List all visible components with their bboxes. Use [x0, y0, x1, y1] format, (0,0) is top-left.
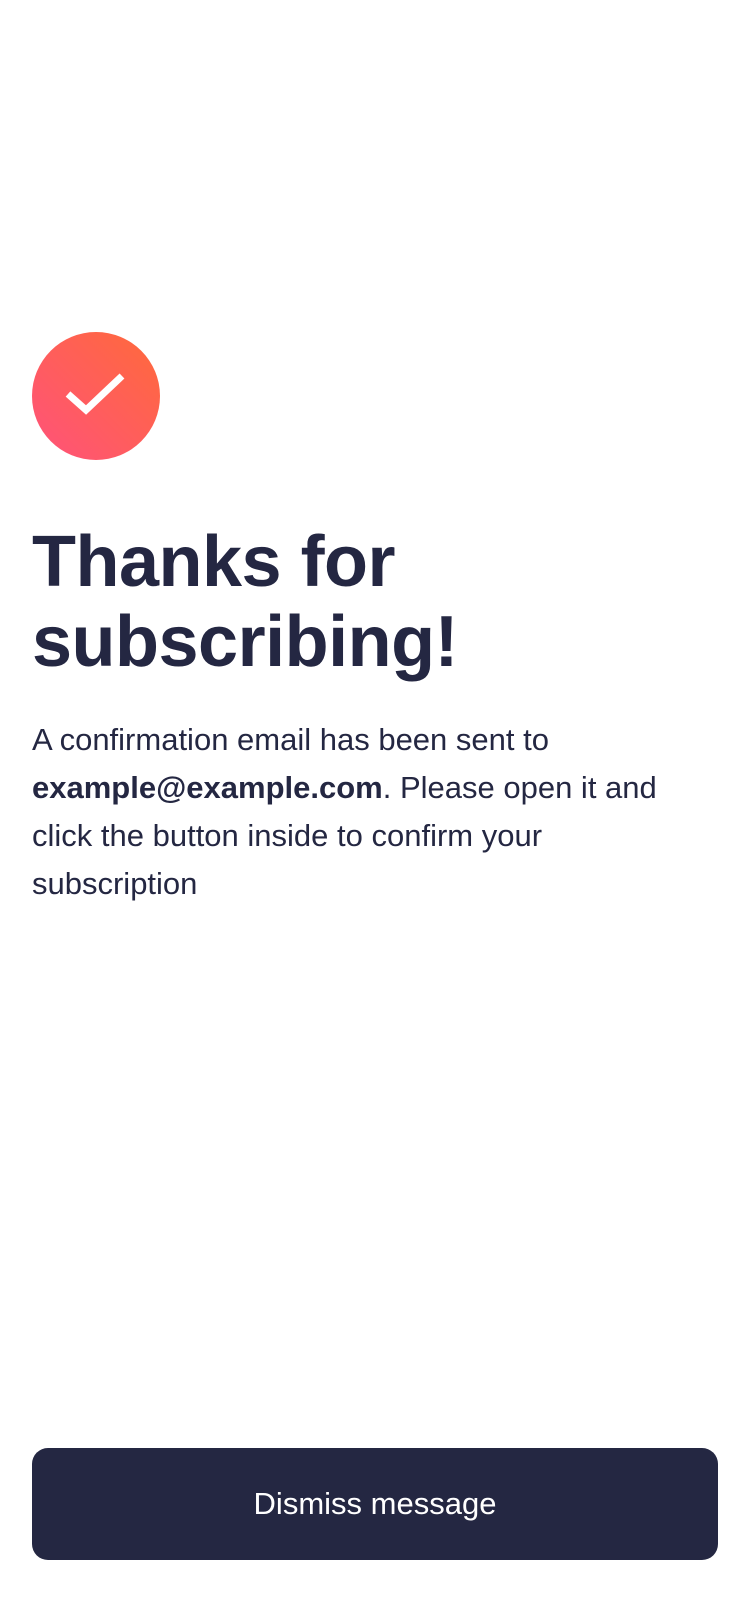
checkmark-icon: [65, 373, 125, 415]
page-title-line-2: subscribing!: [32, 602, 459, 682]
message-prefix: A confirmation email has been sent to: [32, 722, 549, 757]
confirmation-message: A confirmation email has been sent to ex…: [32, 716, 702, 908]
success-checkmark-icon: [32, 332, 160, 460]
page-title-line-1: Thanks for: [32, 522, 396, 602]
page-title: Thanks for subscribing!: [32, 522, 692, 682]
dismiss-message-button[interactable]: Dismiss message: [32, 1448, 718, 1560]
subscriber-email: example@example.com: [32, 770, 383, 805]
